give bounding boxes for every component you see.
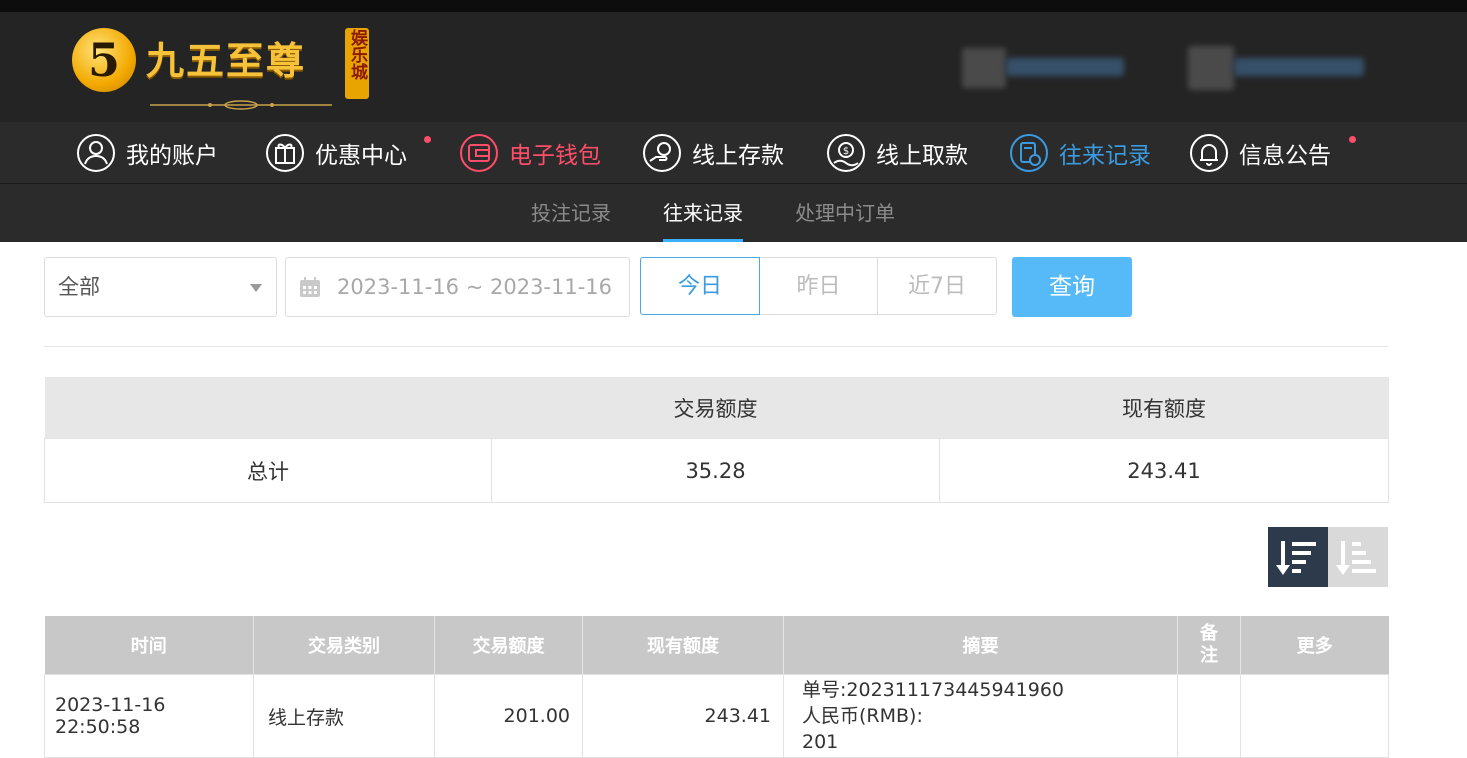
- summary-total-amount: 35.28: [491, 438, 940, 503]
- cell-summary: 单号:202311173445941960 人民币(RMB): 201: [783, 674, 1178, 758]
- records-header-row: 时间 交易类别 交易额度 现有额度 摘要 备 注 更多: [44, 616, 1389, 675]
- nav-item-transaction-records[interactable]: 往来记录: [1009, 122, 1151, 183]
- svg-text:$: $: [843, 146, 849, 157]
- summary-header-blank: [44, 377, 492, 439]
- col-header-more: 更多: [1240, 616, 1389, 675]
- sort-descending-icon: [1276, 541, 1316, 575]
- nav-item-promotions[interactable]: 优惠中心: [265, 122, 407, 183]
- gift-icon: [266, 133, 304, 172]
- username-blur: [1006, 58, 1124, 76]
- records-table: 时间 交易类别 交易额度 现有额度 摘要 备 注 更多 2023-11-16 2…: [44, 616, 1389, 758]
- announcements-notification-dot: [1349, 136, 1356, 143]
- subtab-label: 往来记录: [663, 201, 743, 225]
- sort-descending-button[interactable]: [1268, 527, 1328, 587]
- caret-down-icon: [250, 284, 262, 292]
- subtab-pending-orders[interactable]: 处理中订单: [795, 184, 895, 242]
- nav-label: 往来记录: [1059, 142, 1151, 169]
- top-strip: [0, 0, 1467, 12]
- site-header: 5 九五至尊 娱乐城: [0, 12, 1467, 122]
- col-header-type: 交易类别: [253, 616, 435, 675]
- calendar-icon: [300, 277, 320, 297]
- cell-amount: 201.00: [434, 674, 583, 758]
- balance-value-blur: [1234, 58, 1364, 76]
- cell-type: 线上存款: [253, 674, 435, 758]
- logo-badge: 娱乐城: [345, 28, 369, 99]
- col-header-amount: 交易额度: [434, 616, 583, 675]
- col-header-balance: 现有额度: [582, 616, 784, 675]
- quick-filter-label: 近7日: [908, 274, 966, 299]
- main-nav: 我的账户 优惠中心 电子钱包 线上存款 $ 线上取款 往来记录 信息公告: [0, 122, 1467, 184]
- nav-label: 我的账户: [126, 142, 218, 169]
- quick-filter-last-7-days[interactable]: 近7日: [877, 257, 997, 315]
- col-header-summary: 摘要: [783, 616, 1178, 675]
- query-button[interactable]: 查询: [1012, 257, 1132, 317]
- filter-divider: [44, 346, 1388, 347]
- balance-blur: [1188, 46, 1234, 90]
- nav-label: 线上存款: [692, 142, 784, 169]
- transaction-type-select[interactable]: 全部: [44, 257, 277, 317]
- col-header-time: 时间: [44, 616, 254, 675]
- records-icon: [1010, 133, 1048, 172]
- nav-item-online-withdraw[interactable]: $ 线上取款: [826, 122, 968, 183]
- subtab-label: 投注记录: [531, 201, 611, 225]
- nav-item-my-account[interactable]: 我的账户: [76, 122, 218, 183]
- logo-badge-text: 娱乐城: [347, 29, 367, 80]
- summary-header-balance: 现有额度: [939, 377, 1389, 439]
- quick-filter-today[interactable]: 今日: [640, 257, 760, 315]
- nav-item-announcements[interactable]: 信息公告: [1189, 122, 1331, 183]
- summary-header-row: 交易额度 现有额度: [44, 377, 1389, 439]
- quick-filter-label: 今日: [677, 274, 722, 299]
- date-range-text: 2023-11-16 ~ 2023-11-16: [337, 275, 613, 299]
- summary-total-label: 总计: [44, 438, 492, 503]
- summary-header-amount: 交易额度: [491, 377, 940, 439]
- quick-filter-yesterday[interactable]: 昨日: [759, 257, 878, 315]
- sort-ascending-button[interactable]: [1328, 527, 1388, 587]
- cell-time: 2023-11-16 22:50:58: [44, 674, 254, 758]
- nav-label: 优惠中心: [315, 142, 407, 169]
- user-icon: [77, 133, 115, 172]
- sub-nav: 投注记录 往来记录 处理中订单: [0, 184, 1467, 242]
- cell-note: [1177, 674, 1241, 758]
- bell-icon: [1190, 133, 1228, 172]
- cell-more[interactable]: [1240, 674, 1389, 758]
- subtab-bet-records[interactable]: 投注记录: [531, 184, 611, 242]
- nav-label: 电子钱包: [509, 142, 601, 169]
- promotions-notification-dot: [424, 136, 431, 143]
- col-header-note: 备 注: [1177, 616, 1241, 675]
- subtab-transaction-records[interactable]: 往来记录: [663, 184, 743, 242]
- logo-title: 九五至尊: [146, 38, 307, 83]
- nav-item-e-wallet[interactable]: 电子钱包: [459, 122, 601, 183]
- sort-ascending-icon: [1336, 541, 1376, 575]
- subtab-label: 处理中订单: [795, 201, 895, 225]
- nav-label: 信息公告: [1239, 142, 1331, 169]
- cell-balance: 243.41: [582, 674, 784, 758]
- user-avatar-blur: [962, 48, 1006, 88]
- nav-item-online-deposit[interactable]: 线上存款: [642, 122, 784, 183]
- summary-table: 交易额度 现有额度 总计 35.28 243.41: [44, 377, 1389, 503]
- active-tab-underline: [663, 239, 743, 242]
- summary-total-row: 总计 35.28 243.41: [44, 438, 1389, 503]
- wallet-icon: [460, 133, 498, 172]
- summary-total-balance: 243.41: [939, 438, 1389, 503]
- table-row: 2023-11-16 22:50:58 线上存款 201.00 243.41 单…: [44, 674, 1389, 758]
- nav-label: 线上取款: [876, 142, 968, 169]
- logo-emblem: 5: [72, 28, 136, 92]
- site-logo[interactable]: 5 九五至尊 娱乐城: [72, 26, 372, 116]
- logo-ornament: [150, 100, 332, 110]
- date-range-input[interactable]: 2023-11-16 ~ 2023-11-16: [285, 257, 630, 317]
- select-value: 全部: [58, 275, 100, 299]
- deposit-icon: [643, 133, 681, 172]
- withdraw-icon: $: [827, 133, 865, 172]
- quick-filter-label: 昨日: [796, 274, 841, 299]
